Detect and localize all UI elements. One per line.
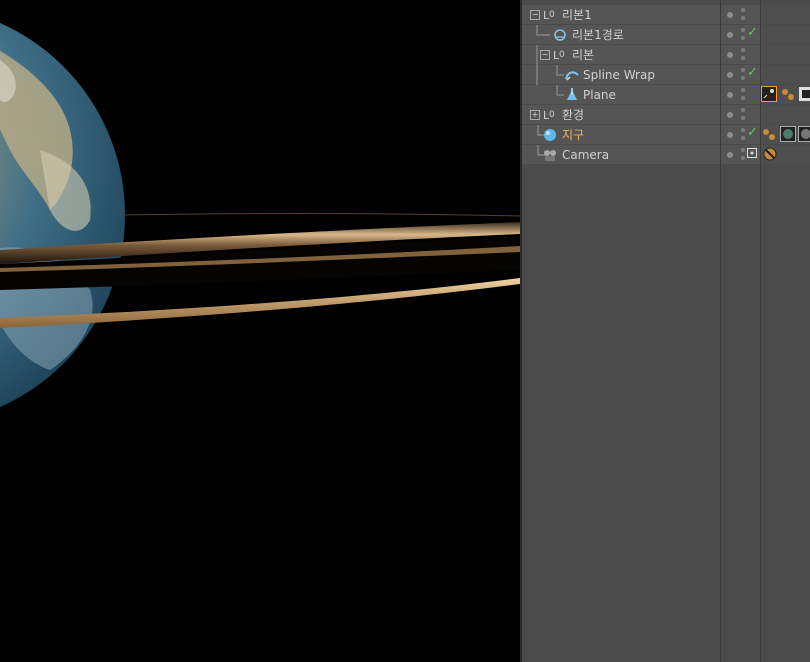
editor-dot[interactable] [741, 76, 745, 80]
object-name[interactable]: Plane [583, 87, 616, 103]
render-dot[interactable] [741, 28, 745, 32]
svg-text:0: 0 [549, 110, 555, 120]
earth-texture-tag-icon[interactable] [780, 126, 796, 142]
texture-tag-icon[interactable] [761, 86, 777, 102]
3d-viewport[interactable] [0, 0, 520, 662]
spline-icon [554, 29, 566, 41]
expand-toggle[interactable]: − [540, 50, 550, 60]
object-name[interactable]: 환경 [562, 107, 584, 123]
render-dot[interactable] [741, 128, 745, 132]
protection-tag-icon[interactable] [762, 146, 778, 162]
visibility-dot[interactable] [727, 52, 733, 58]
row-tags-cell [761, 65, 810, 85]
visibility-dot[interactable] [727, 152, 733, 158]
object-manager-panel: − L 0 리본1 리본1경로 ✓ − L 0 리본 Spline Wrap ✓… [522, 0, 810, 662]
null-object-icon: L 0 [543, 109, 555, 122]
object-name[interactable]: Spline Wrap [583, 67, 655, 83]
row-tags-cell [761, 45, 810, 65]
render-dot[interactable] [741, 68, 745, 72]
visibility-dot[interactable] [727, 72, 733, 78]
visibility-dot[interactable] [727, 32, 733, 38]
object-row-ribbon[interactable]: − L 0 리본 [522, 45, 810, 65]
render-dot[interactable] [741, 108, 745, 112]
object-row-ribbon1-path[interactable]: 리본1경로 ✓ [522, 25, 810, 45]
row-tags-cell [761, 105, 810, 125]
spline-wrap-icon [565, 71, 579, 81]
object-row-environment[interactable]: + L 0 환경 [522, 105, 810, 125]
enabled-check-icon[interactable]: ✓ [747, 66, 758, 80]
row-tags-cell [761, 25, 810, 45]
render-dot[interactable] [741, 88, 745, 92]
camera-icon [544, 150, 556, 161]
editor-dot[interactable] [741, 136, 745, 140]
null-object-icon: L 0 [543, 9, 555, 22]
render-dot[interactable] [741, 148, 745, 152]
expand-toggle[interactable]: + [530, 110, 540, 120]
compositing-tag-icon[interactable] [798, 86, 810, 102]
second-texture-tag-icon[interactable] [798, 126, 810, 142]
svg-text:0: 0 [549, 10, 555, 20]
sphere-icon [544, 129, 556, 141]
render-dot[interactable] [741, 48, 745, 52]
enabled-check-icon[interactable]: ✓ [747, 26, 758, 40]
expand-toggle[interactable]: − [530, 10, 540, 20]
null-object-icon: L 0 [553, 49, 565, 62]
material-tag-icon[interactable] [780, 86, 796, 102]
tree-connector [536, 65, 564, 85]
object-name[interactable]: Camera [562, 147, 609, 163]
svg-text:0: 0 [559, 50, 565, 60]
object-row-camera[interactable]: Camera [522, 145, 810, 165]
object-name[interactable]: 리본1경로 [572, 27, 624, 43]
object-row-earth[interactable]: 지구 ✓ [522, 125, 810, 145]
editor-dot[interactable] [741, 96, 745, 100]
visibility-dot[interactable] [727, 12, 733, 18]
object-row-ribbon1[interactable]: − L 0 리본1 [522, 5, 810, 25]
object-name[interactable]: 리본1 [562, 7, 592, 23]
editor-dot[interactable] [741, 116, 745, 120]
material-tag-icon[interactable] [761, 126, 777, 142]
editor-dot[interactable] [741, 56, 745, 60]
tree-connector [556, 85, 564, 96]
object-row-spline-wrap[interactable]: Spline Wrap ✓ [522, 65, 810, 85]
object-name[interactable]: 지구 [562, 127, 584, 143]
editor-dot[interactable] [741, 36, 745, 40]
plane-icon [567, 88, 577, 100]
visibility-dot[interactable] [727, 132, 733, 138]
render-view [0, 22, 520, 408]
editor-dot[interactable] [741, 16, 745, 20]
object-name[interactable]: 리본 [572, 47, 594, 63]
object-row-plane[interactable]: Plane [522, 85, 810, 105]
camera-target-icon[interactable] [747, 148, 757, 158]
visibility-dot[interactable] [727, 112, 733, 118]
render-dot[interactable] [741, 8, 745, 12]
earth-sphere [0, 22, 125, 408]
visibility-dot[interactable] [727, 92, 733, 98]
row-tags-cell [761, 5, 810, 25]
enabled-check-icon[interactable]: ✓ [747, 126, 758, 140]
editor-dot[interactable] [741, 156, 745, 160]
